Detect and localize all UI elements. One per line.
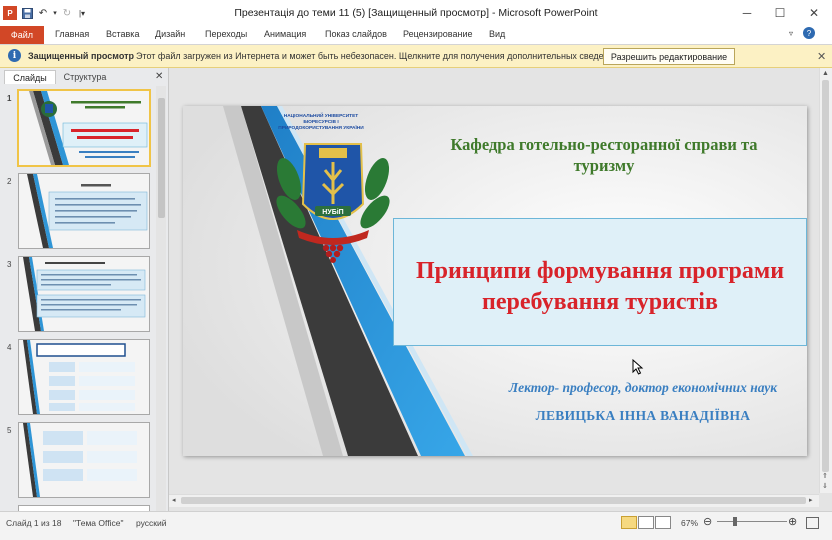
window-title: Презентація до теми 11 (5) [Защищенный п… [234,7,598,19]
panel-tabs: Слайды Структура ✕ [0,68,168,85]
slides-panel: Слайды Структура ✕ 1 2 3 4 5 [0,68,169,512]
slide-title-box[interactable]: Принципи формування програми перебування… [393,218,807,346]
slide-thumbnail-1[interactable] [17,89,151,167]
university-emblem-icon: НУБіП [276,143,390,263]
vertical-scroll-thumb[interactable] [822,80,829,472]
slide-lecturer-text[interactable]: Лектор- професор, доктор економічних нау… [483,380,803,396]
title-bar: P ↶ ▾ ↻ |▾ Презентація до теми 11 (5) [З… [0,0,832,26]
zoom-out-icon[interactable]: ⊖ [703,515,712,528]
slide-number: 4 [7,343,12,352]
tab-home[interactable]: Главная [55,29,89,39]
tab-insert[interactable]: Вставка [106,29,139,39]
emblem-badge: НУБіП [322,208,343,216]
slide-canvas[interactable]: НАЦІОНАЛЬНИЙ УНІВЕРСИТЕТ БІОРЕСУРСІВ І П… [183,106,807,456]
slide-thumbnail-3[interactable] [18,256,150,332]
theme-name: "Тема Office" [73,518,124,528]
fit-slide-icon[interactable] [806,517,819,529]
language-indicator[interactable]: русский [136,518,167,528]
slide-thumbnail-5[interactable] [18,422,150,498]
slide-number: 1 [7,94,12,103]
tab-review[interactable]: Рецензирование [403,29,473,39]
tab-design[interactable]: Дизайн [155,29,185,39]
next-slide-icon[interactable]: ⇓ [822,482,828,490]
slide-thumbnail-4[interactable] [18,339,150,415]
ribbon-tabs: Файл Главная Вставка Дизайн Переходы Ани… [0,26,832,45]
info-icon: i [8,49,21,62]
zoom-slider[interactable] [717,521,787,522]
horizontal-scroll-thumb[interactable] [181,497,806,504]
maximize-icon[interactable]: ☐ [766,4,794,22]
file-tab[interactable]: Файл [0,26,44,44]
zoom-level[interactable]: 67% [681,518,698,528]
help-icon[interactable]: ? [803,27,815,39]
close-icon[interactable]: ✕ [800,4,828,22]
scroll-left-icon[interactable]: ◂ [172,496,176,504]
slide-lecturer-name[interactable]: ЛЕВИЦЬКА ІННА ВАНАДІЇВНА [483,408,803,424]
slide-department-text[interactable]: Кафедра готельно-ресторанної справи та т… [419,134,789,176]
slide-counter: Слайд 1 из 18 [6,518,62,528]
protected-view-bar: i Защищенный просмотр Этот файл загружен… [0,45,832,68]
minimize-icon[interactable]: ─ [733,4,761,22]
tab-transitions[interactable]: Переходы [205,29,247,39]
slide-number: 5 [7,426,12,435]
horizontal-scrollbar[interactable]: ◂ ▸ [169,494,819,507]
reading-view-icon[interactable] [655,516,671,529]
ribbon-collapse-icon[interactable]: ▿ [789,29,793,38]
normal-view-icon[interactable] [621,516,637,529]
slide-editor-area: НАЦІОНАЛЬНИЙ УНІВЕРСИТЕТ БІОРЕСУРСІВ І П… [169,68,832,511]
zoom-in-icon[interactable]: ⊕ [788,515,797,528]
slide-title: Принципи формування програми перебування… [415,258,785,315]
zoom-slider-handle[interactable] [733,517,737,526]
slide-thumbnail-2[interactable] [18,173,150,249]
tab-outline[interactable]: Структура [56,70,114,83]
slide-sorter-icon[interactable] [638,516,654,529]
status-bar: Слайд 1 из 18 "Тема Office" русский 67% … [0,511,832,540]
mouse-cursor-icon [632,359,644,375]
protected-view-message[interactable]: Этот файл загружен из Интернета и может … [136,51,621,61]
scroll-right-icon[interactable]: ▸ [809,496,813,504]
scroll-up-icon[interactable]: ▲ [822,70,829,77]
tab-slides[interactable]: Слайды [4,70,56,84]
emblem-caption: НАЦІОНАЛЬНИЙ УНІВЕРСИТЕТ БІОРЕСУРСІВ І П… [278,114,364,131]
tab-animations[interactable]: Анимация [264,29,306,39]
slide-number: 2 [7,177,12,186]
vertical-scrollbar[interactable]: ▲ ⇑ ⇓ [819,68,832,493]
slides-panel-scroll-thumb[interactable] [158,98,165,218]
slide-number: 3 [7,260,12,269]
tab-slideshow[interactable]: Показ слайдов [325,29,387,39]
tab-view[interactable]: Вид [489,29,505,39]
protected-view-title: Защищенный просмотр [28,51,134,61]
protected-bar-close-icon[interactable]: ✕ [817,50,826,63]
panel-close-icon[interactable]: ✕ [155,71,163,82]
prev-slide-icon[interactable]: ⇑ [822,472,828,480]
enable-editing-button[interactable]: Разрешить редактирование [603,48,735,65]
